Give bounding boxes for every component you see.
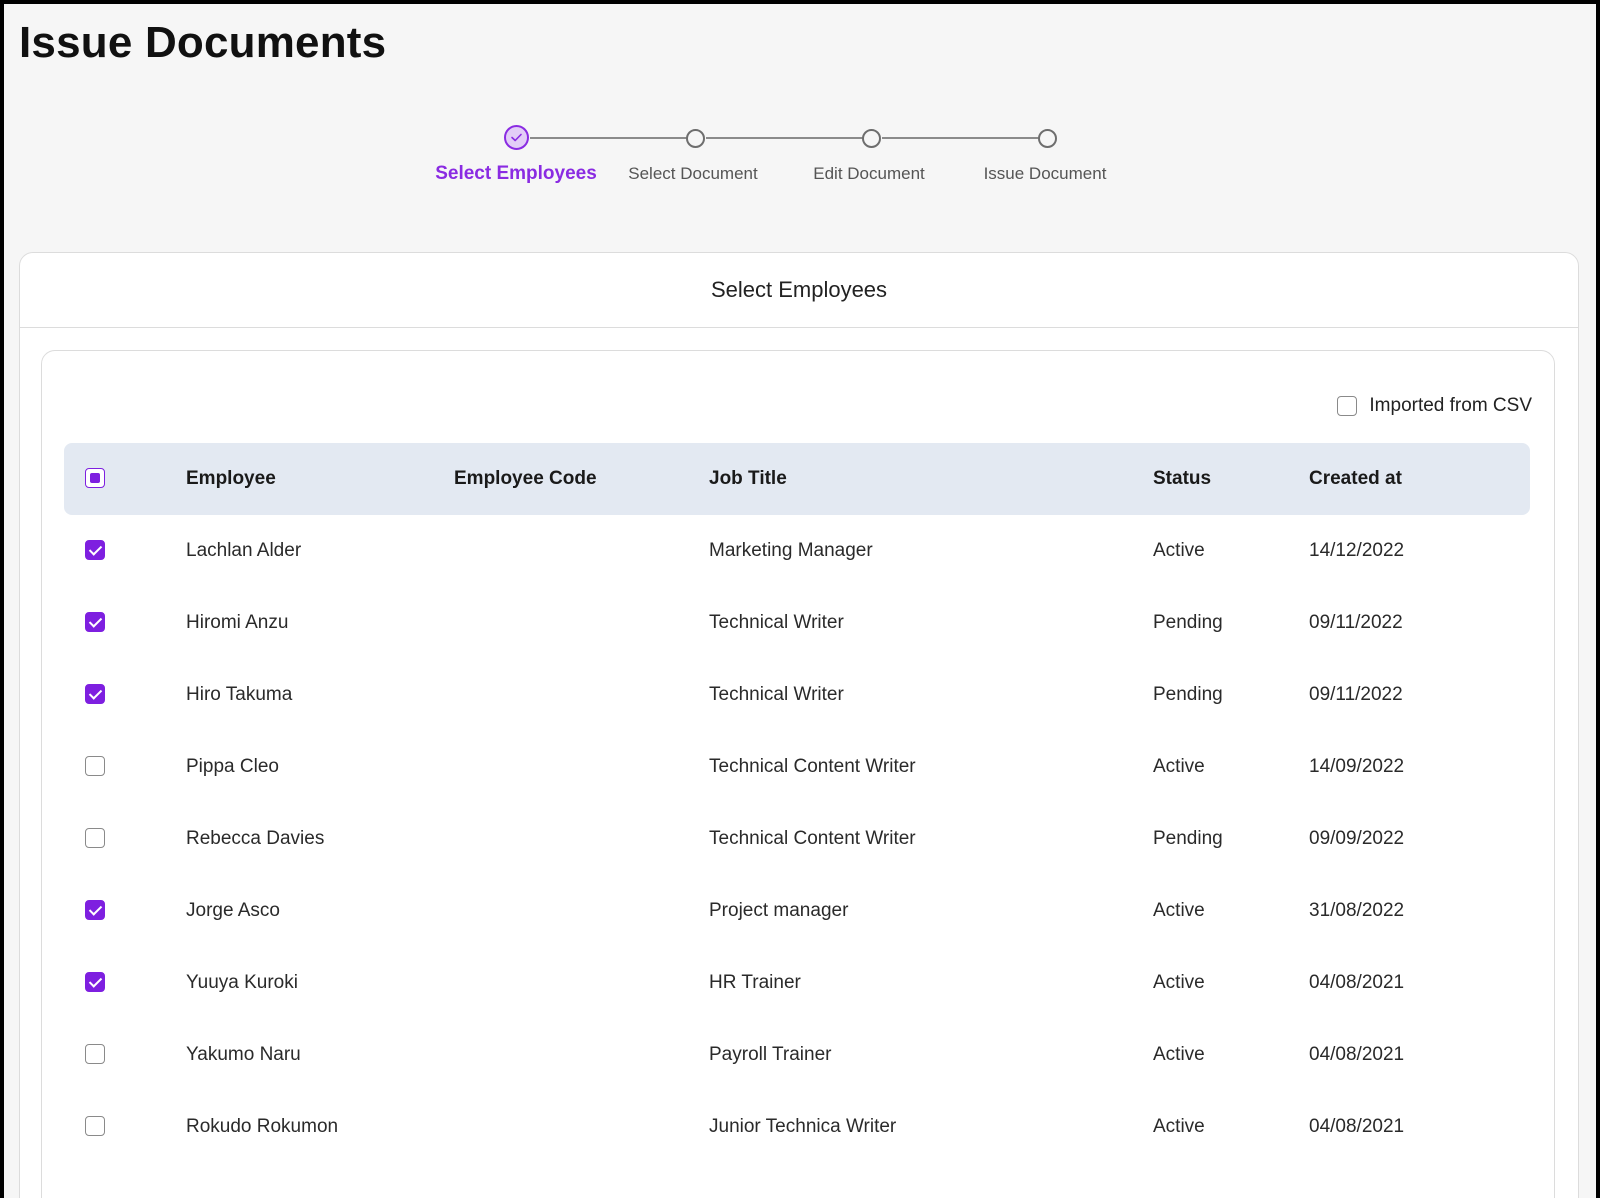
employee-status: Active bbox=[1153, 1044, 1205, 1065]
table-row[interactable]: Hiro Takuma Technical Writer Pending 09/… bbox=[64, 659, 1530, 731]
created-at: 09/09/2022 bbox=[1309, 828, 1405, 849]
row-select-checkbox[interactable] bbox=[85, 1043, 105, 1064]
employee-table-card: Imported from CSV Employee Employee Code… bbox=[41, 350, 1555, 1198]
row-select-cell bbox=[85, 803, 105, 875]
row-select-checkbox[interactable] bbox=[85, 1115, 105, 1136]
app-window: Issue Documents Select Employees Select … bbox=[4, 4, 1596, 1198]
employee-status: Active bbox=[1153, 1116, 1205, 1137]
employee-name: Yuuya Kuroki bbox=[186, 972, 298, 993]
created-at: 31/08/2022 bbox=[1309, 900, 1405, 921]
row-select-checkbox[interactable] bbox=[85, 899, 105, 920]
row-select-cell bbox=[85, 587, 105, 659]
step-select-employees-indicator[interactable] bbox=[504, 125, 529, 150]
job-title: Project manager bbox=[709, 900, 849, 921]
row-select-checkbox[interactable] bbox=[85, 683, 105, 704]
created-at: 04/08/2021 bbox=[1309, 1116, 1405, 1137]
created-at: 09/11/2022 bbox=[1309, 684, 1403, 705]
imported-from-csv-filter[interactable]: Imported from CSV bbox=[1337, 395, 1532, 417]
created-at: 09/11/2022 bbox=[1309, 612, 1403, 633]
employee-status: Active bbox=[1153, 540, 1205, 561]
created-at: 04/08/2021 bbox=[1309, 972, 1405, 993]
employee-status: Active bbox=[1153, 972, 1205, 993]
imported-from-csv-label: Imported from CSV bbox=[1369, 395, 1532, 416]
employee-name: Hiromi Anzu bbox=[186, 612, 289, 633]
panel-title: Select Employees bbox=[20, 253, 1578, 328]
row-select-cell bbox=[85, 731, 105, 803]
employee-status: Pending bbox=[1153, 612, 1223, 633]
stepper-connector bbox=[882, 137, 1040, 139]
row-select-cell bbox=[85, 515, 105, 587]
column-header-employee[interactable]: Employee bbox=[186, 443, 276, 515]
imported-from-csv-checkbox[interactable] bbox=[1337, 396, 1358, 416]
row-select-checkbox[interactable] bbox=[85, 539, 105, 560]
step-select-document-indicator[interactable] bbox=[686, 129, 705, 148]
employee-name: Pippa Cleo bbox=[186, 756, 279, 777]
check-icon bbox=[511, 133, 522, 142]
job-title: HR Trainer bbox=[709, 972, 801, 993]
job-title: Payroll Trainer bbox=[709, 1044, 832, 1065]
job-title: Junior Technica Writer bbox=[709, 1116, 897, 1137]
row-select-checkbox[interactable] bbox=[85, 611, 105, 632]
row-select-cell bbox=[85, 947, 105, 1019]
select-all-cell bbox=[85, 443, 105, 515]
table-row[interactable]: Hiromi Anzu Technical Writer Pending 09/… bbox=[64, 587, 1530, 659]
row-select-cell bbox=[85, 1019, 105, 1091]
employee-name: Lachlan Alder bbox=[186, 540, 302, 561]
job-title: Technical Content Writer bbox=[709, 756, 916, 777]
created-at: 14/09/2022 bbox=[1309, 756, 1405, 777]
table-row[interactable]: Jorge Asco Project manager Active 31/08/… bbox=[64, 875, 1530, 947]
stepper: Select Employees Select Document Edit Do… bbox=[4, 4, 1596, 204]
employee-name: Rebecca Davies bbox=[186, 828, 325, 849]
employee-status: Active bbox=[1153, 756, 1205, 777]
column-header-created-at[interactable]: Created at bbox=[1309, 443, 1402, 515]
table-body: Lachlan Alder Marketing Manager Active 1… bbox=[64, 515, 1530, 1163]
employee-status: Pending bbox=[1153, 828, 1223, 849]
table-row[interactable]: Yakumo Naru Payroll Trainer Active 04/08… bbox=[64, 1019, 1530, 1091]
job-title: Marketing Manager bbox=[709, 540, 873, 561]
column-header-employee-code[interactable]: Employee Code bbox=[454, 443, 597, 515]
employee-status: Active bbox=[1153, 900, 1205, 921]
table-header-row: Employee Employee Code Job Title Status … bbox=[64, 443, 1530, 515]
row-select-cell bbox=[85, 1091, 105, 1163]
step-select-document-label[interactable]: Select Document bbox=[593, 164, 793, 184]
employee-name: Yakumo Naru bbox=[186, 1044, 301, 1065]
select-employees-panel: Select Employees Imported from CSV Emplo… bbox=[19, 252, 1579, 1198]
step-select-employees-label[interactable]: Select Employees bbox=[416, 163, 616, 185]
column-header-status[interactable]: Status bbox=[1153, 443, 1211, 515]
table-row[interactable]: Pippa Cleo Technical Content Writer Acti… bbox=[64, 731, 1530, 803]
column-header-job-title[interactable]: Job Title bbox=[709, 443, 787, 515]
created-at: 04/08/2021 bbox=[1309, 1044, 1405, 1065]
table-row[interactable]: Rokudo Rokumon Junior Technica Writer Ac… bbox=[64, 1091, 1530, 1163]
job-title: Technical Writer bbox=[709, 684, 844, 705]
employee-table: Employee Employee Code Job Title Status … bbox=[64, 443, 1530, 1163]
employee-status: Pending bbox=[1153, 684, 1223, 705]
employee-name: Jorge Asco bbox=[186, 900, 280, 921]
row-select-checkbox[interactable] bbox=[85, 971, 105, 992]
job-title: Technical Content Writer bbox=[709, 828, 916, 849]
step-issue-document-label[interactable]: Issue Document bbox=[945, 164, 1145, 184]
row-select-checkbox[interactable] bbox=[85, 827, 105, 848]
table-row[interactable]: Lachlan Alder Marketing Manager Active 1… bbox=[64, 515, 1530, 587]
step-edit-document-indicator[interactable] bbox=[862, 129, 881, 148]
row-select-cell bbox=[85, 659, 105, 731]
step-edit-document-label[interactable]: Edit Document bbox=[769, 164, 969, 184]
employee-name: Rokudo Rokumon bbox=[186, 1116, 339, 1137]
employee-name: Hiro Takuma bbox=[186, 684, 293, 705]
created-at: 14/12/2022 bbox=[1309, 540, 1405, 561]
stepper-connector bbox=[530, 137, 690, 139]
select-all-checkbox[interactable] bbox=[85, 467, 105, 488]
row-select-checkbox[interactable] bbox=[85, 755, 105, 776]
step-issue-document-indicator[interactable] bbox=[1038, 129, 1057, 148]
row-select-cell bbox=[85, 875, 105, 947]
job-title: Technical Writer bbox=[709, 612, 844, 633]
table-row[interactable]: Yuuya Kuroki HR Trainer Active 04/08/202… bbox=[64, 947, 1530, 1019]
table-row[interactable]: Rebecca Davies Technical Content Writer … bbox=[64, 803, 1530, 875]
stepper-connector bbox=[706, 137, 864, 139]
